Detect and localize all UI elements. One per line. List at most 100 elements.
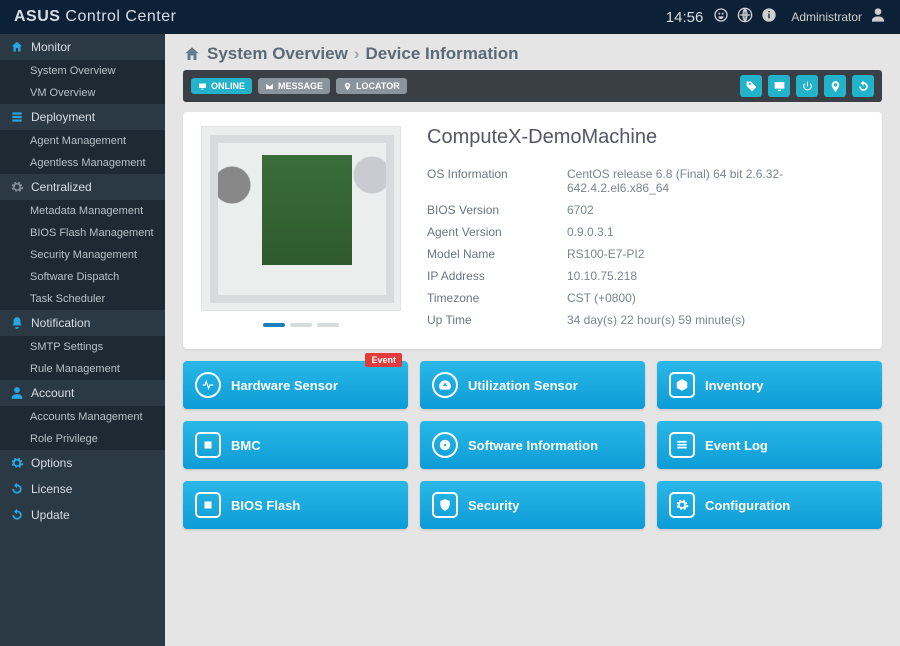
event-badge: Event bbox=[365, 353, 402, 367]
sidebar-item-bios-flash-management[interactable]: BIOS Flash Management bbox=[0, 222, 165, 244]
info-key: Up Time bbox=[427, 313, 567, 327]
sidebar-item-agent-management[interactable]: Agent Management bbox=[0, 130, 165, 152]
breadcrumb-a[interactable]: System Overview bbox=[207, 44, 348, 64]
locator-button[interactable] bbox=[824, 75, 846, 97]
info-icon[interactable] bbox=[761, 7, 777, 28]
home-icon bbox=[183, 45, 201, 63]
info-key: Agent Version bbox=[427, 225, 567, 239]
info-key: BIOS Version bbox=[427, 203, 567, 217]
card-label: Hardware Sensor bbox=[231, 378, 338, 393]
card-configuration[interactable]: Configuration bbox=[657, 481, 882, 529]
sidebar-item-task-scheduler[interactable]: Task Scheduler bbox=[0, 288, 165, 310]
user-label[interactable]: Administrator bbox=[791, 10, 862, 24]
gauge-icon bbox=[432, 372, 458, 398]
info-key: OS Information bbox=[427, 167, 567, 195]
card-utilization-sensor[interactable]: Utilization Sensor bbox=[420, 361, 645, 409]
refresh-button[interactable] bbox=[852, 75, 874, 97]
sidebar-header-centralized[interactable]: Centralized bbox=[0, 174, 165, 200]
device-name: ComputeX-DemoMachine bbox=[427, 126, 864, 149]
sidebar-header-license[interactable]: License bbox=[0, 476, 165, 502]
disc-icon bbox=[432, 432, 458, 458]
sidebar-item-smtp-settings[interactable]: SMTP Settings bbox=[0, 336, 165, 358]
smile-icon[interactable] bbox=[713, 7, 729, 28]
user-icon[interactable] bbox=[870, 7, 886, 28]
card-label: BMC bbox=[231, 438, 261, 453]
device-panel: ComputeX-DemoMachine OS InformationCentO… bbox=[183, 112, 882, 349]
info-row: BIOS Version6702 bbox=[427, 199, 864, 221]
sidebar-header-label: Deployment bbox=[31, 110, 95, 124]
info-row: OS InformationCentOS release 6.8 (Final)… bbox=[427, 163, 864, 199]
info-key: Timezone bbox=[427, 291, 567, 305]
locator-badge[interactable]: LOCATOR bbox=[336, 78, 407, 94]
sidebar-item-metadata-management[interactable]: Metadata Management bbox=[0, 200, 165, 222]
card-label: Software Information bbox=[468, 438, 598, 453]
info-row: Agent Version0.9.0.3.1 bbox=[427, 221, 864, 243]
sidebar-header-notification[interactable]: Notification bbox=[0, 310, 165, 336]
sidebar-item-role-privilege[interactable]: Role Privilege bbox=[0, 428, 165, 450]
sidebar-header-options[interactable]: Options bbox=[0, 450, 165, 476]
card-label: BIOS Flash bbox=[231, 498, 300, 513]
card-label: Event Log bbox=[705, 438, 768, 453]
chip-icon bbox=[195, 432, 221, 458]
sidebar-item-software-dispatch[interactable]: Software Dispatch bbox=[0, 266, 165, 288]
sidebar-header-monitor[interactable]: Monitor bbox=[0, 34, 165, 60]
sidebar-header-label: Options bbox=[31, 456, 72, 470]
info-row: IP Address10.10.75.218 bbox=[427, 265, 864, 287]
info-value: 0.9.0.3.1 bbox=[567, 225, 864, 239]
info-value: 10.10.75.218 bbox=[567, 269, 864, 283]
box-icon bbox=[669, 372, 695, 398]
sidebar-item-accounts-management[interactable]: Accounts Management bbox=[0, 406, 165, 428]
sidebar-item-security-management[interactable]: Security Management bbox=[0, 244, 165, 266]
brand: ASUS Control Center bbox=[14, 8, 176, 26]
sidebar-header-label: Monitor bbox=[31, 40, 71, 54]
info-value: CST (+0800) bbox=[567, 291, 864, 305]
sidebar-header-label: Update bbox=[31, 508, 70, 522]
card-bios-flash[interactable]: BIOS Flash bbox=[183, 481, 408, 529]
info-row: Model NameRS100-E7-PI2 bbox=[427, 243, 864, 265]
info-key: Model Name bbox=[427, 247, 567, 261]
info-value: RS100-E7-PI2 bbox=[567, 247, 864, 261]
top-bar: ASUS Control Center 14:56 Administrator bbox=[0, 0, 900, 34]
card-event-log[interactable]: Event Log bbox=[657, 421, 882, 469]
sidebar-item-rule-management[interactable]: Rule Management bbox=[0, 358, 165, 380]
sidebar-header-update[interactable]: Update bbox=[0, 502, 165, 528]
info-row: Up Time34 day(s) 22 hour(s) 59 minute(s) bbox=[427, 309, 864, 331]
card-label: Inventory bbox=[705, 378, 764, 393]
breadcrumb-b: Device Information bbox=[365, 44, 518, 64]
sidebar-header-label: Account bbox=[31, 386, 74, 400]
device-image bbox=[201, 126, 401, 311]
chip-icon bbox=[195, 492, 221, 518]
clock: 14:56 bbox=[666, 9, 704, 26]
pulse-icon bbox=[195, 372, 221, 398]
sidebar-header-account[interactable]: Account bbox=[0, 380, 165, 406]
gear-icon bbox=[669, 492, 695, 518]
sidebar-header-deployment[interactable]: Deployment bbox=[0, 104, 165, 130]
monitor-button[interactable] bbox=[768, 75, 790, 97]
main-content: System Overview › Device Information ONL… bbox=[165, 34, 900, 646]
shield-icon bbox=[432, 492, 458, 518]
globe-icon[interactable] bbox=[737, 7, 753, 28]
power-button[interactable] bbox=[796, 75, 818, 97]
sidebar: Monitor System OverviewVM Overview Deploym… bbox=[0, 34, 165, 646]
list-icon bbox=[669, 432, 695, 458]
info-key: IP Address bbox=[427, 269, 567, 283]
sidebar-item-vm-overview[interactable]: VM Overview bbox=[0, 82, 165, 104]
tag-button[interactable] bbox=[740, 75, 762, 97]
info-row: TimezoneCST (+0800) bbox=[427, 287, 864, 309]
breadcrumb-sep: › bbox=[354, 44, 360, 64]
sidebar-item-agentless-management[interactable]: Agentless Management bbox=[0, 152, 165, 174]
online-badge[interactable]: ONLINE bbox=[191, 78, 252, 94]
status-bar: ONLINE MESSAGE LOCATOR bbox=[183, 70, 882, 102]
message-badge[interactable]: MESSAGE bbox=[258, 78, 330, 94]
image-pager[interactable] bbox=[201, 323, 401, 327]
card-security[interactable]: Security bbox=[420, 481, 645, 529]
sidebar-header-label: Centralized bbox=[31, 180, 92, 194]
card-inventory[interactable]: Inventory bbox=[657, 361, 882, 409]
card-hardware-sensor[interactable]: EventHardware Sensor bbox=[183, 361, 408, 409]
card-bmc[interactable]: BMC bbox=[183, 421, 408, 469]
breadcrumb: System Overview › Device Information bbox=[183, 44, 882, 64]
card-software-information[interactable]: Software Information bbox=[420, 421, 645, 469]
card-label: Configuration bbox=[705, 498, 790, 513]
info-value: CentOS release 6.8 (Final) 64 bit 2.6.32… bbox=[567, 167, 864, 195]
sidebar-item-system-overview[interactable]: System Overview bbox=[0, 60, 165, 82]
